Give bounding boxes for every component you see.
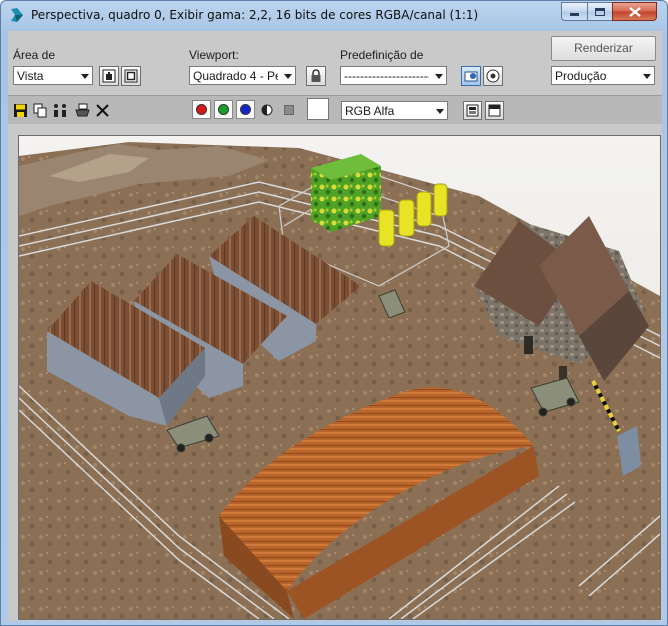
maximize-button[interactable] xyxy=(587,2,613,21)
red-channel-toggle[interactable] xyxy=(192,100,211,119)
chevron-down-icon xyxy=(643,74,651,79)
image-toolbar: RGB Alfa xyxy=(8,96,662,124)
green-channel-toggle[interactable] xyxy=(214,100,233,119)
render-setup-button[interactable] xyxy=(483,66,503,86)
clone-window-button[interactable] xyxy=(52,102,68,118)
clear-icon xyxy=(95,103,109,117)
auto-region-button[interactable] xyxy=(121,66,141,86)
alpha-channel-toggle[interactable] xyxy=(259,102,275,118)
copy-icon xyxy=(33,103,46,117)
blue-channel-toggle[interactable] xyxy=(236,100,255,119)
print-icon xyxy=(74,103,90,116)
monochrome-toggle[interactable] xyxy=(281,102,297,118)
edit-region-icon xyxy=(102,69,116,83)
viewport-dropdown[interactable]: Quadrado 4 - Pers xyxy=(189,66,296,85)
clone-icon xyxy=(54,103,66,117)
environment-effects-button[interactable] xyxy=(461,66,481,86)
lock-viewport-button[interactable] xyxy=(306,66,326,86)
render-button[interactable]: Renderizar xyxy=(551,36,656,61)
chevron-down-icon xyxy=(81,74,89,79)
close-icon xyxy=(628,6,641,17)
preset-label: Predefinição de xyxy=(340,48,424,62)
copy-image-button[interactable] xyxy=(32,102,48,118)
toggle-ui-button[interactable] xyxy=(485,101,504,120)
render-mode-value: Produção xyxy=(555,69,607,83)
rendered-image-viewport[interactable] xyxy=(18,135,661,620)
blue-channel-icon xyxy=(240,104,251,115)
preset-dropdown[interactable]: ---------------------- xyxy=(340,66,447,85)
chevron-down-icon xyxy=(284,74,292,79)
render-mode-dropdown[interactable]: Produção xyxy=(551,66,655,85)
maximize-icon xyxy=(595,7,605,16)
render-setup-icon xyxy=(486,69,500,83)
display-alpha-button[interactable] xyxy=(463,101,482,120)
environment-icon xyxy=(464,71,478,82)
minimize-icon xyxy=(570,13,579,16)
toggle-ui-icon xyxy=(488,104,501,117)
display-alpha-icon xyxy=(466,104,479,117)
channel-display-value: RGB Alfa xyxy=(345,104,395,118)
print-button[interactable] xyxy=(74,102,90,118)
red-channel-icon xyxy=(196,104,207,115)
viewport-label: Viewport: xyxy=(189,48,239,62)
area-value: Vista xyxy=(17,69,44,83)
green-channel-icon xyxy=(218,104,229,115)
chevron-down-icon xyxy=(436,109,444,114)
clear-image-button[interactable] xyxy=(94,102,110,118)
edit-region-button[interactable] xyxy=(99,66,119,86)
viewport-value: Quadrado 4 - Pers xyxy=(193,69,278,83)
area-label: Área de xyxy=(13,48,56,62)
channel-display-dropdown[interactable]: RGB Alfa xyxy=(341,101,448,120)
alpha-icon xyxy=(261,104,273,116)
save-image-button[interactable] xyxy=(12,102,28,118)
minimize-button[interactable] xyxy=(561,2,588,21)
save-icon xyxy=(13,103,27,117)
rendered-scene xyxy=(19,136,660,619)
lock-icon xyxy=(311,69,321,82)
preset-value: ---------------------- xyxy=(344,69,429,83)
close-button[interactable] xyxy=(612,2,657,21)
chevron-down-icon xyxy=(435,74,443,79)
area-dropdown[interactable]: Vista xyxy=(13,66,93,85)
auto-region-icon xyxy=(124,69,138,83)
frame-window-client: Área de Vista Viewport: Quadrado 4 - Per… xyxy=(8,31,662,621)
3ds-max-icon xyxy=(9,7,25,23)
window-title: Perspectiva, quadro 0, Exibir gama: 2,2,… xyxy=(31,8,479,22)
background-color-swatch[interactable] xyxy=(307,98,329,120)
render-window: Perspectiva, quadro 0, Exibir gama: 2,2,… xyxy=(0,0,668,626)
monochrome-icon xyxy=(284,105,294,115)
title-bar[interactable]: Perspectiva, quadro 0, Exibir gama: 2,2,… xyxy=(1,1,667,29)
